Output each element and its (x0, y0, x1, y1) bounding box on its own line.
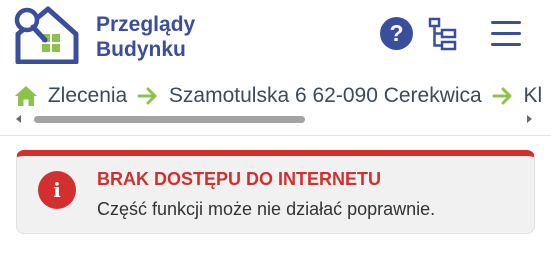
menu-bar-middle (491, 32, 521, 35)
brand-name[interactable]: Przeglądy Budynku (96, 12, 195, 62)
alert-message: Część funkcji może nie działać poprawnie… (97, 199, 436, 219)
arrow-right-icon (137, 87, 157, 105)
brand-line-1: Przeglądy (96, 13, 196, 36)
scroll-left-arrow-icon[interactable] (16, 115, 21, 123)
breadcrumb-item-address[interactable]: Szamotulska 6 62-090 Cerekwica (169, 84, 482, 108)
question-icon: ? (389, 20, 404, 46)
breadcrumb-item-zlecenia[interactable]: Zlecenia (48, 84, 127, 108)
sitemap-icon[interactable] (428, 17, 458, 51)
offline-alert: i BRAK DOSTĘPU DO INTERNETU Część funkcj… (16, 150, 535, 234)
help-button[interactable]: ? (380, 17, 413, 50)
house-logo-icon[interactable] (12, 4, 80, 64)
alert-title: BRAK DOSTĘPU DO INTERNETU (97, 169, 382, 189)
brand-line-2: Budynku (96, 38, 186, 61)
hamburger-menu-button[interactable] (491, 21, 521, 47)
info-icon: i (38, 171, 76, 209)
arrow-right-icon (492, 87, 512, 105)
breadcrumb: Zlecenia Szamotulska 6 62-090 Cerekwica … (14, 84, 551, 110)
scroll-right-arrow-icon[interactable] (527, 115, 532, 123)
horizontal-scrollbar-thumb[interactable] (34, 116, 305, 123)
app-header: Przeglądy Budynku ? (0, 0, 551, 78)
menu-bar-top (491, 21, 521, 24)
breadcrumb-item-next[interactable]: Kl (523, 84, 542, 108)
divider (0, 135, 551, 136)
home-icon[interactable] (14, 85, 38, 107)
menu-bar-bottom (491, 43, 521, 46)
